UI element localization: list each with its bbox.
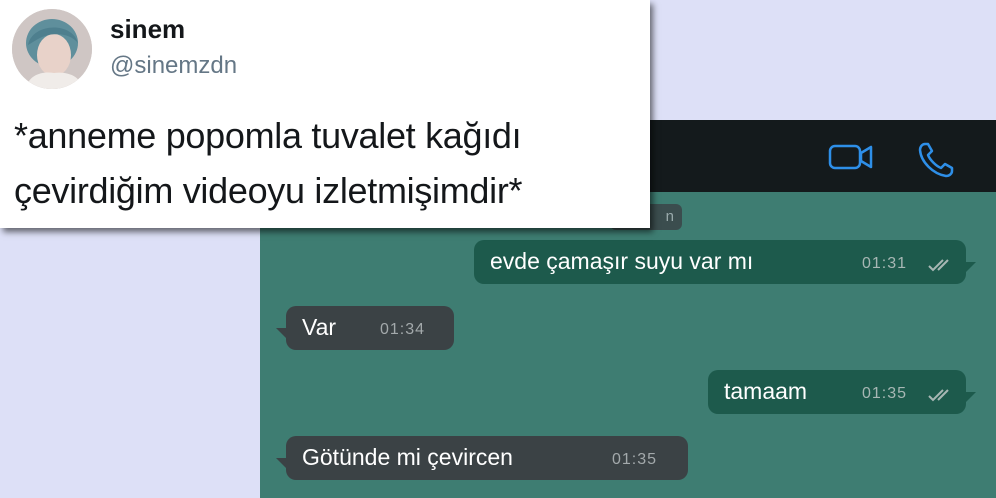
tweet-text-line: çevirdiğim videoyu izletmişimdir* — [14, 170, 523, 211]
tweet-card: sinem @sinemzdn *anneme popomla tuvalet … — [0, 0, 650, 228]
message-bubble-incoming[interactable]: Götünde mi çevircen 01:35 — [276, 436, 688, 480]
message-text: Var — [302, 314, 337, 340]
bubble-tail — [962, 392, 976, 406]
message-text: Götünde mi çevircen — [302, 444, 513, 470]
date-chip-label: n — [665, 208, 674, 225]
avatar-photo-icon — [12, 9, 92, 89]
bubble-tail — [962, 262, 976, 276]
message-bubble-outgoing[interactable]: evde çamaşır suyu var mı 01:31 — [474, 240, 976, 284]
tweet-text-line: *anneme popomla tuvalet kağıdı — [14, 115, 522, 156]
message-time: 01:31 — [862, 255, 908, 272]
message-text: tamaam — [724, 378, 808, 404]
message-time: 01:35 — [862, 385, 908, 402]
avatar[interactable] — [12, 9, 92, 89]
message-text: evde çamaşır suyu var mı — [490, 248, 754, 274]
double-check-icon — [928, 389, 949, 402]
message-time: 01:35 — [612, 451, 658, 468]
bubble-tail — [276, 458, 290, 472]
message-bubble-incoming[interactable]: Var 01:34 — [276, 306, 454, 350]
voice-call-icon[interactable] — [916, 140, 956, 180]
bubble-tail — [276, 328, 290, 342]
display-name[interactable]: sinem — [110, 14, 185, 45]
user-handle[interactable]: @sinemzdn — [110, 52, 237, 80]
message-time: 01:34 — [380, 321, 426, 338]
video-call-icon[interactable] — [828, 140, 874, 174]
tweet-text: *anneme popomla tuvalet kağıdı çevirdiği… — [14, 108, 650, 218]
double-check-icon — [928, 259, 949, 272]
message-bubble-outgoing[interactable]: tamaam 01:35 — [708, 370, 976, 414]
